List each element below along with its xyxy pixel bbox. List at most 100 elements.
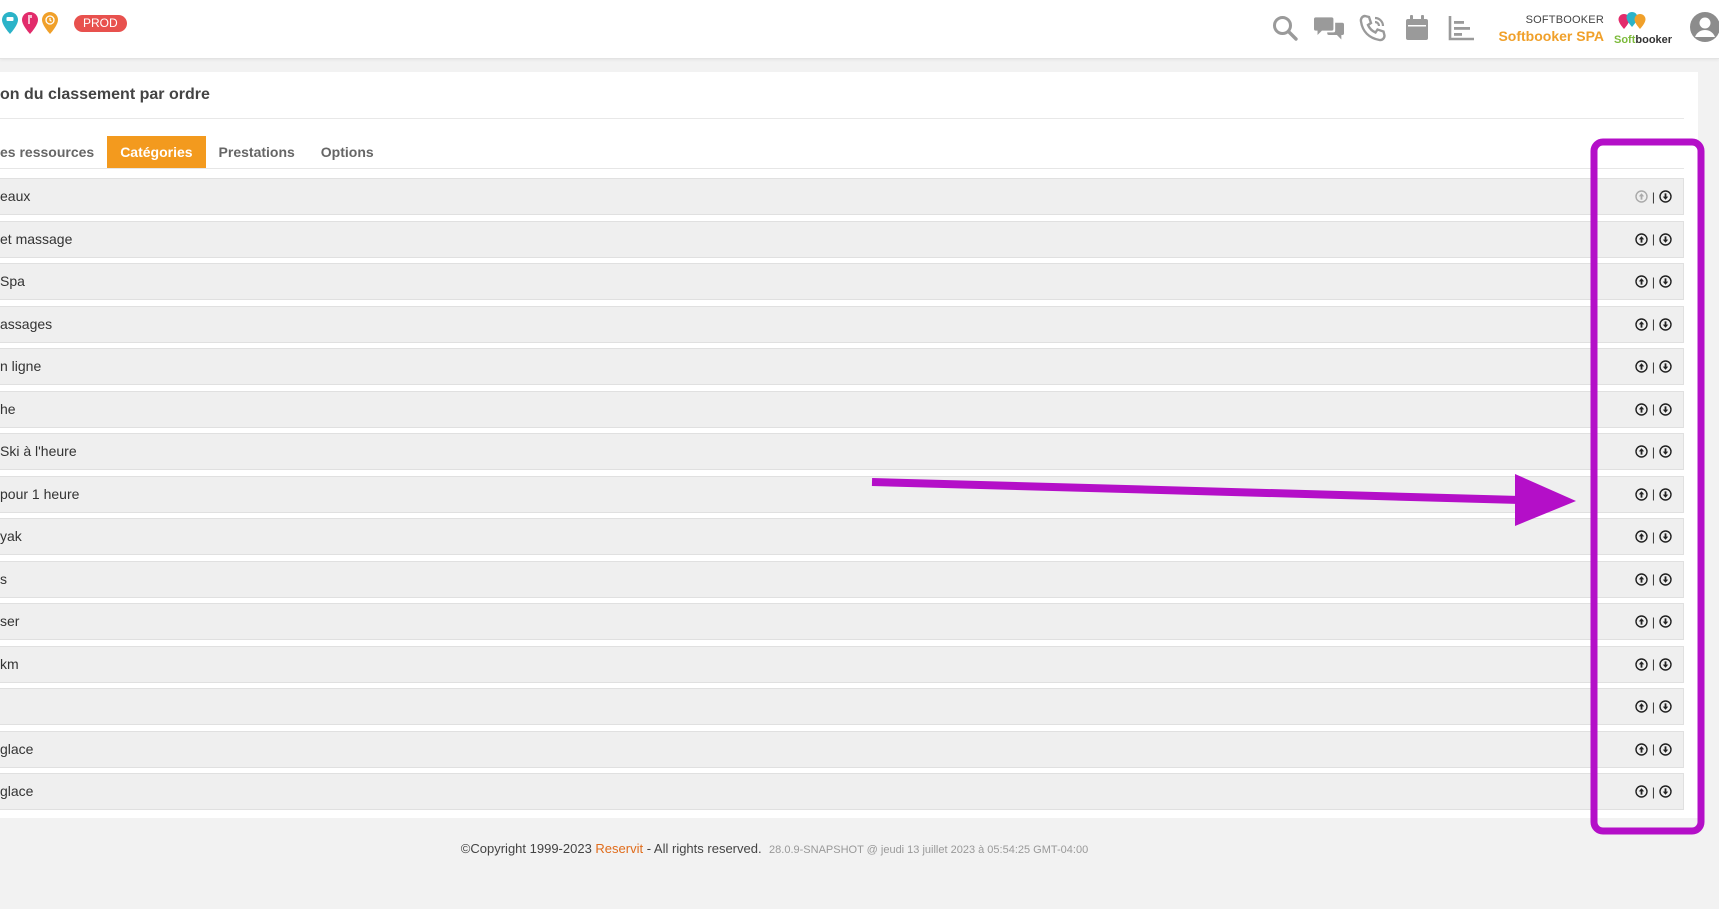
account-info[interactable]: SOFTBOOKER Softbooker SPA xyxy=(1496,14,1604,44)
move-up-icon[interactable] xyxy=(1634,657,1649,672)
orange-map-pin-icon[interactable] xyxy=(42,12,58,34)
chat-icon[interactable] xyxy=(1314,13,1344,43)
category-name: ser xyxy=(0,613,20,629)
move-up-icon[interactable] xyxy=(1634,402,1649,417)
move-down-icon[interactable] xyxy=(1658,444,1673,459)
category-row: s | xyxy=(0,560,1684,598)
action-separator: | xyxy=(1651,529,1655,544)
move-down-icon[interactable] xyxy=(1658,614,1673,629)
pink-map-pin-icon[interactable] xyxy=(22,12,38,34)
move-up-icon xyxy=(1634,189,1649,204)
move-up-icon[interactable] xyxy=(1634,317,1649,332)
action-separator: | xyxy=(1651,402,1655,416)
action-separator: | xyxy=(1651,444,1655,459)
category-row: pour 1 heure | xyxy=(0,475,1684,513)
calendar-icon[interactable] xyxy=(1402,13,1432,43)
action-separator: | xyxy=(1651,614,1655,629)
app-pins xyxy=(2,12,58,34)
category-name: pour 1 heure xyxy=(0,485,80,502)
move-down-icon[interactable] xyxy=(1658,232,1673,247)
move-up-icon[interactable] xyxy=(1634,699,1649,714)
footer-version: 28.0.9-SNAPSHOT @ jeudi 13 juillet 2023 … xyxy=(769,844,1089,856)
row-order-actions: | xyxy=(1634,264,1673,299)
tab-prestations[interactable]: Prestations xyxy=(206,136,308,168)
softbooker-logo: Softbooker xyxy=(1612,12,1674,48)
action-separator: | xyxy=(1651,657,1655,671)
row-order-actions: | xyxy=(1634,689,1673,724)
account-label: SOFTBOOKER xyxy=(1525,14,1604,26)
row-order-actions: | xyxy=(1634,179,1673,214)
move-down-icon[interactable] xyxy=(1658,317,1673,332)
row-order-actions: | xyxy=(1634,562,1673,597)
category-name: s xyxy=(0,570,7,587)
row-order-actions: | xyxy=(1634,349,1673,384)
move-down-icon[interactable] xyxy=(1658,487,1673,502)
move-down-icon[interactable] xyxy=(1658,572,1673,587)
category-name: Spa xyxy=(0,273,25,289)
row-order-actions: | xyxy=(1634,774,1673,809)
row-order-actions: | xyxy=(1634,604,1673,639)
action-separator: | xyxy=(1651,232,1655,246)
move-up-icon[interactable] xyxy=(1634,274,1649,289)
category-name: yak xyxy=(0,528,22,544)
move-up-icon[interactable] xyxy=(1634,487,1649,502)
user-avatar-icon[interactable] xyxy=(1689,11,1719,43)
top-bar: PROD SOFTBOOKER Softbooker SPA Softbooke… xyxy=(0,0,1719,59)
move-down-icon[interactable] xyxy=(1658,189,1673,204)
account-name: Softbooker SPA xyxy=(1498,28,1604,44)
move-down-icon[interactable] xyxy=(1658,699,1673,714)
brand-booker: booker xyxy=(1635,34,1673,46)
tabs-divider xyxy=(0,168,1684,169)
move-down-icon[interactable] xyxy=(1658,402,1673,417)
move-up-icon[interactable] xyxy=(1634,572,1649,587)
move-up-icon[interactable] xyxy=(1634,444,1649,459)
move-up-icon[interactable] xyxy=(1634,742,1649,757)
brand-wordmark: Softbooker xyxy=(1614,34,1672,46)
title-divider xyxy=(0,118,1684,119)
move-up-icon[interactable] xyxy=(1634,529,1649,544)
move-down-icon[interactable] xyxy=(1658,742,1673,757)
row-order-actions: | xyxy=(1634,434,1673,469)
row-order-actions: | xyxy=(1634,222,1673,257)
category-name: km xyxy=(0,655,19,672)
category-name: Ski à l'heure xyxy=(0,443,77,459)
action-separator: | xyxy=(1651,487,1655,501)
category-name: eaux xyxy=(0,188,31,204)
report-icon[interactable] xyxy=(1446,13,1476,43)
move-up-icon[interactable] xyxy=(1634,232,1649,247)
category-row: glace | xyxy=(0,730,1684,768)
row-order-actions: | xyxy=(1634,732,1673,767)
tab-options[interactable]: Options xyxy=(308,136,387,168)
move-up-icon[interactable] xyxy=(1634,614,1649,629)
ordering-panel: on du classement par ordre es ressources… xyxy=(0,72,1698,818)
move-down-icon[interactable] xyxy=(1658,784,1673,799)
tab-ressources[interactable]: es ressources xyxy=(0,136,107,168)
category-row: he | xyxy=(0,390,1684,428)
action-separator: | xyxy=(1651,742,1655,756)
move-down-icon[interactable] xyxy=(1658,359,1673,374)
move-up-icon[interactable] xyxy=(1634,784,1649,799)
category-row: | xyxy=(0,688,1684,725)
action-separator: | xyxy=(1651,317,1655,331)
footer: ©Copyright 1999-2023 Reservit - All righ… xyxy=(0,840,1719,858)
brand-soft: Soft xyxy=(1614,34,1636,46)
category-row: et massage | xyxy=(0,220,1684,258)
action-separator: | xyxy=(1651,274,1655,289)
category-row: km | xyxy=(0,645,1684,683)
tab-categories[interactable]: Catégories xyxy=(107,136,206,168)
move-up-icon[interactable] xyxy=(1634,359,1649,374)
phone-icon[interactable] xyxy=(1358,13,1388,43)
footer-reservit-link[interactable]: Reservit xyxy=(595,841,643,856)
page-title: on du classement par ordre xyxy=(0,86,210,103)
category-row: Spa | xyxy=(0,263,1684,300)
category-name: n ligne xyxy=(0,358,42,374)
search-icon[interactable] xyxy=(1270,13,1300,43)
environment-badge: PROD xyxy=(74,15,127,32)
action-separator: | xyxy=(1651,699,1655,714)
footer-rights: - All rights reserved. xyxy=(643,841,762,856)
move-down-icon[interactable] xyxy=(1658,274,1673,289)
move-down-icon[interactable] xyxy=(1658,529,1673,544)
move-down-icon[interactable] xyxy=(1658,657,1673,672)
action-separator: | xyxy=(1651,189,1655,204)
teal-map-pin-icon[interactable] xyxy=(2,12,18,34)
